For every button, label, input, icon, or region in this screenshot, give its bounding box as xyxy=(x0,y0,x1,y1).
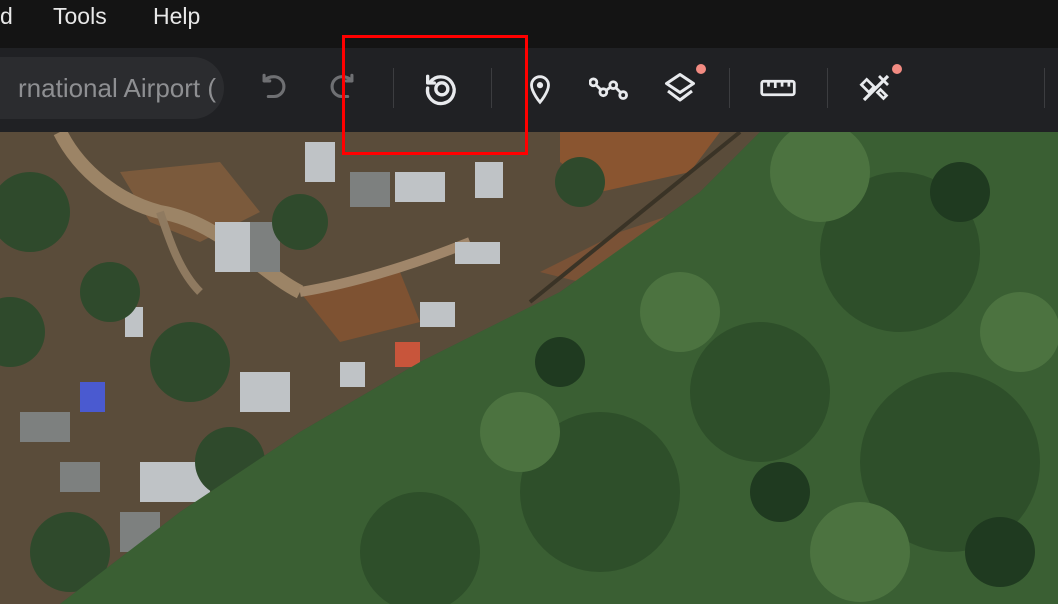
ruler-button[interactable] xyxy=(758,68,798,108)
search-value: rnational Airport ( xyxy=(18,73,216,103)
satellite-imagery xyxy=(0,132,1058,604)
tools-icon xyxy=(859,74,890,102)
path-icon xyxy=(589,77,628,100)
notification-dot xyxy=(892,64,902,74)
menu-bar: d Tools Help xyxy=(0,0,1058,48)
tools-button[interactable] xyxy=(856,68,896,108)
search-input[interactable]: rnational Airport ( xyxy=(0,57,224,119)
divider xyxy=(827,68,828,108)
placemark-icon xyxy=(530,75,550,105)
undo-icon xyxy=(262,73,286,99)
toolbar: rnational Airport ( xyxy=(0,48,1058,132)
divider xyxy=(729,68,730,108)
menu-item-partial[interactable]: d xyxy=(0,0,13,32)
divider xyxy=(1044,68,1045,108)
layers-button[interactable] xyxy=(660,68,700,108)
ruler-icon xyxy=(760,79,796,97)
notification-dot xyxy=(696,64,706,74)
path-button[interactable] xyxy=(589,68,629,108)
menu-item-help[interactable]: Help xyxy=(153,0,200,32)
layers-icon xyxy=(665,73,695,102)
highlight-box xyxy=(342,35,528,155)
undo-button[interactable] xyxy=(254,68,294,108)
menu-item-tools[interactable]: Tools xyxy=(53,0,107,32)
satellite-map[interactable] xyxy=(0,132,1058,604)
